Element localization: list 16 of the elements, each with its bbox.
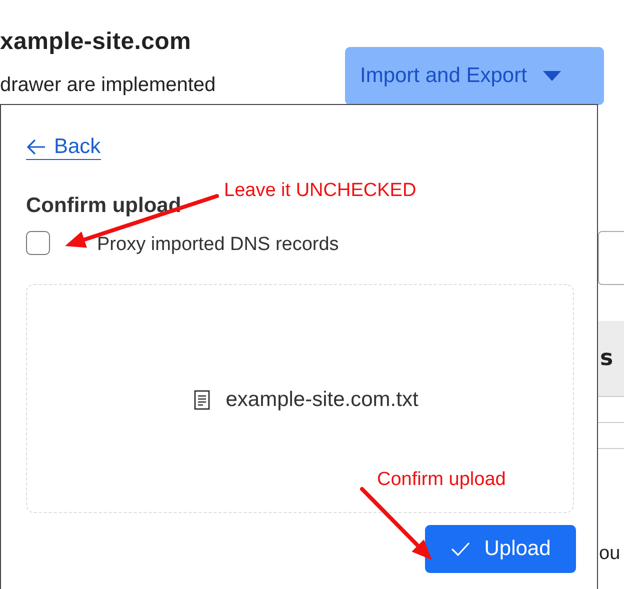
import-export-button[interactable]: Import and Export	[345, 47, 604, 105]
back-link[interactable]: Back	[26, 135, 101, 160]
annotation-text: Confirm upload	[377, 469, 506, 491]
annotation-text: Leave it UNCHECKED	[224, 180, 416, 202]
file-name: example-site.com.txt	[226, 388, 418, 412]
caret-icon	[542, 71, 561, 81]
upload-button[interactable]: Upload	[425, 525, 576, 573]
file-icon	[194, 390, 210, 410]
check-icon	[450, 541, 470, 557]
back-arrow-icon	[26, 139, 46, 155]
page-subtitle: drawer are implemented	[0, 74, 216, 97]
checkbox-label: Proxy imported DNS records	[97, 234, 339, 256]
body-text: ou	[598, 543, 622, 565]
checkbox[interactable]	[26, 231, 50, 255]
page-title: xample-site.com	[0, 28, 192, 56]
column-header: s	[600, 346, 614, 371]
